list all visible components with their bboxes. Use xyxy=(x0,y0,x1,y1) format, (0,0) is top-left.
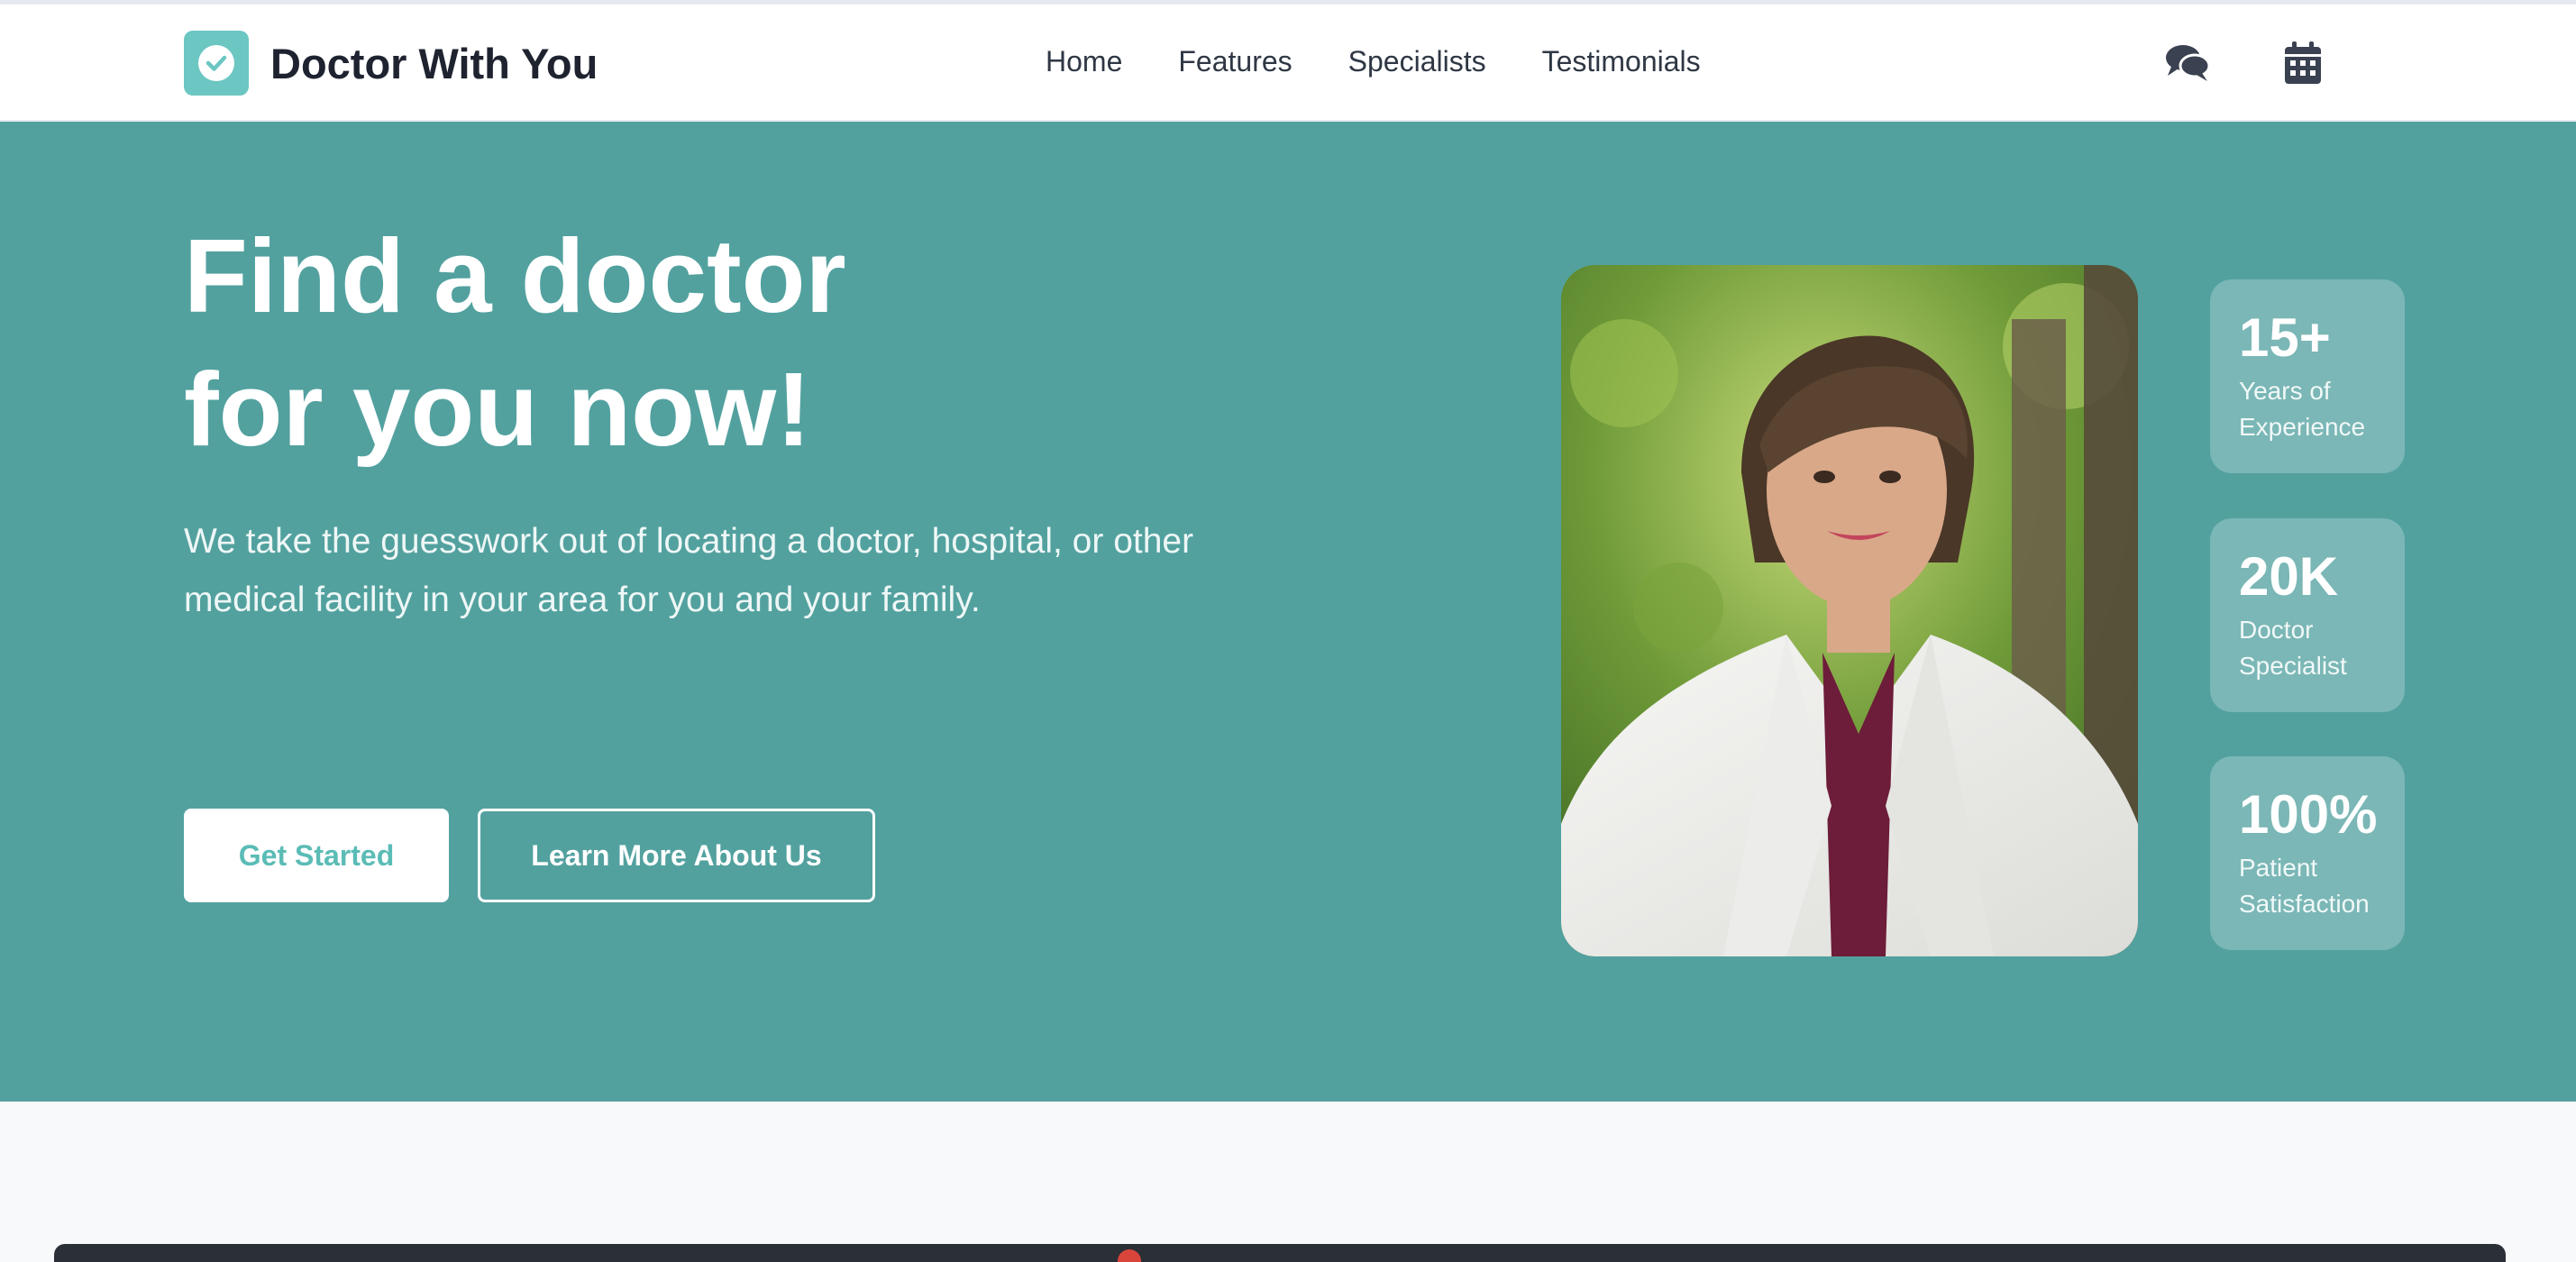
stat-value: 100% xyxy=(2239,784,2378,845)
nav-features[interactable]: Features xyxy=(1178,45,1292,78)
stat-card-experience: 15+ Years of Experience xyxy=(2210,279,2405,473)
calendar-icon[interactable] xyxy=(2279,41,2327,86)
hero-title-line-2: for you now! xyxy=(184,351,811,468)
doctor-portrait-image xyxy=(1561,265,2138,956)
brand[interactable]: Doctor With You xyxy=(184,31,598,96)
hero-subtitle: We take the guesswork out of locating a … xyxy=(184,512,1265,629)
stat-value: 20K xyxy=(2239,546,2339,607)
chat-icon[interactable] xyxy=(2163,41,2212,86)
nav-specialists[interactable]: Specialists xyxy=(1348,45,1486,78)
learn-more-button[interactable]: Learn More About Us xyxy=(478,809,875,902)
hero-subtitle-line-1: We take the guesswork out of locating a … xyxy=(184,522,1194,561)
brand-name: Doctor With You xyxy=(270,39,598,87)
stat-label: Patient Satisfaction xyxy=(2239,854,2370,918)
hero-subtitle-line-2: medical facility in your area for you an… xyxy=(184,581,981,619)
get-started-button[interactable]: Get Started xyxy=(184,809,449,902)
stat-label: Doctor Specialist xyxy=(2239,616,2347,680)
main-nav: Home Features Specialists Testimonials xyxy=(1046,45,1701,78)
nav-home[interactable]: Home xyxy=(1046,45,1122,78)
stat-value: 15+ xyxy=(2239,307,2331,368)
stat-label: Years of Experience xyxy=(2239,377,2366,441)
check-circle-icon xyxy=(184,31,249,96)
hero-title: Find a doctor for you now! xyxy=(184,209,846,476)
site-header: Doctor With You Home Features Specialist… xyxy=(0,5,2576,122)
dock-bar xyxy=(54,1244,2506,1262)
stat-card-satisfaction: 100% Patient Satisfaction xyxy=(2210,756,2405,950)
stat-card-specialists: 20K Doctor Specialist xyxy=(2210,518,2405,712)
hero-title-line-1: Find a doctor xyxy=(184,217,846,334)
nav-testimonials[interactable]: Testimonials xyxy=(1542,45,1701,78)
